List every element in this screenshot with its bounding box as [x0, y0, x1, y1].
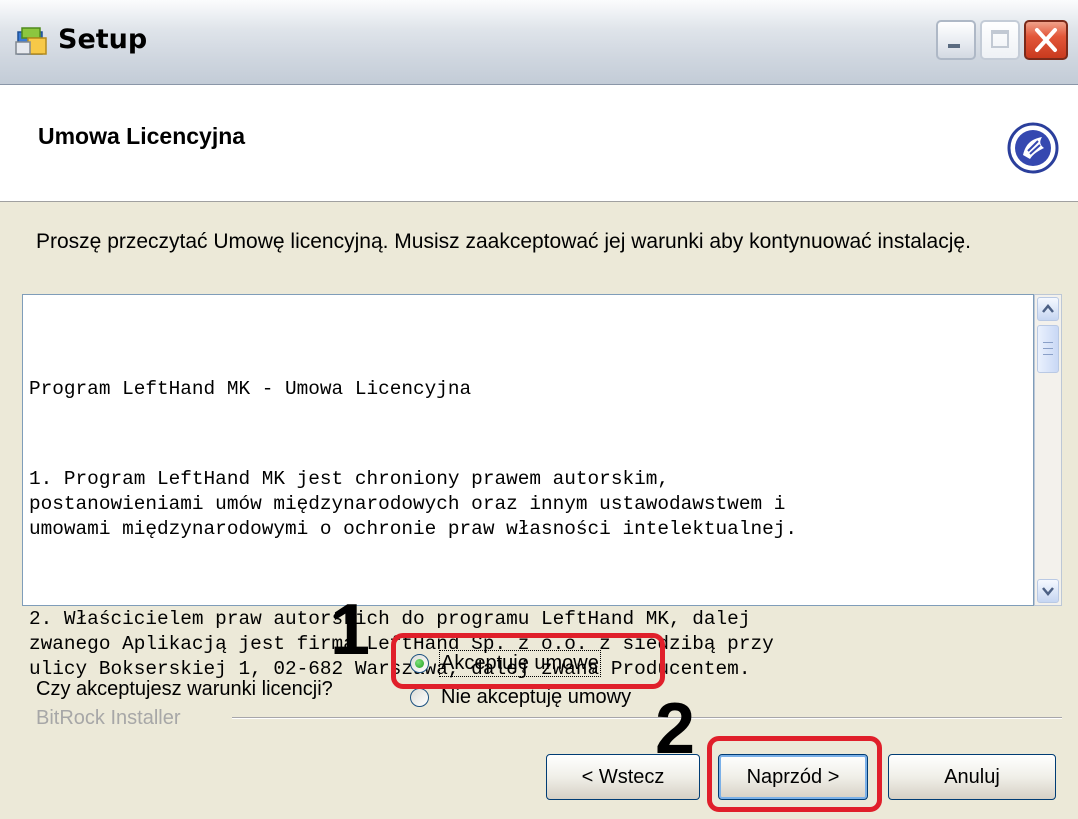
accept-question: Czy akceptujesz warunki licencji? — [36, 678, 333, 700]
cancel-button[interactable]: Anuluj — [888, 754, 1056, 800]
license-text-box[interactable]: Program LeftHand MK - Umowa Licencyjna 1… — [22, 294, 1034, 680]
close-button[interactable] — [1024, 20, 1068, 60]
chevron-down-icon — [1042, 587, 1054, 596]
instruction-text: Proszę przeczytać Umowę licencyjną. Musi… — [36, 230, 971, 253]
minimize-button[interactable] — [936, 20, 976, 60]
license-line: 2. Właścicielem praw autorskich do progr… — [29, 608, 751, 630]
license-scrollbar[interactable] — [1034, 294, 1062, 606]
decline-radio[interactable]: Nie akceptuję umowy — [410, 686, 631, 709]
title-bar: Setup — [0, 0, 1078, 85]
maximize-icon — [991, 30, 1009, 48]
installer-brand-label: BitRock Installer — [36, 707, 181, 729]
chevron-up-icon — [1042, 304, 1054, 313]
page-title: Umowa Licencyjna — [38, 123, 246, 149]
license-paragraph: Program LeftHand MK - Umowa Licencyjna — [29, 377, 1033, 402]
wizard-header: Umowa Licencyjna — [0, 85, 1078, 202]
minimize-icon — [948, 44, 960, 48]
scroll-up-button[interactable] — [1037, 297, 1059, 321]
decline-radio-label[interactable]: Nie akceptuję umowy — [441, 686, 631, 709]
license-line: 1. Program LeftHand MK jest chroniony pr… — [29, 468, 669, 490]
annotation-step-1: 1 — [330, 590, 371, 670]
license-line: umowami międzynarodowymi o ochronie praw… — [29, 518, 797, 540]
maximize-button[interactable] — [980, 20, 1020, 60]
close-icon — [1035, 28, 1057, 52]
annotation-highlight-accept — [391, 633, 665, 689]
license-line: postanowieniami umów międzynarodowych or… — [29, 493, 786, 515]
setup-app-icon — [15, 27, 47, 55]
radio-unselected-icon[interactable] — [410, 688, 429, 707]
scroll-down-button[interactable] — [1037, 579, 1059, 603]
license-line: Program LeftHand MK - Umowa Licencyjna — [29, 378, 472, 400]
annotation-highlight-next — [707, 736, 882, 812]
license-paragraph: 1. Program LeftHand MK jest chroniony pr… — [29, 467, 1033, 542]
scroll-thumb[interactable] — [1037, 325, 1059, 373]
annotation-step-2: 2 — [655, 689, 696, 769]
bitrock-hand-icon — [1007, 122, 1059, 174]
window-title: Setup — [58, 24, 148, 55]
footer-divider — [232, 717, 1062, 719]
